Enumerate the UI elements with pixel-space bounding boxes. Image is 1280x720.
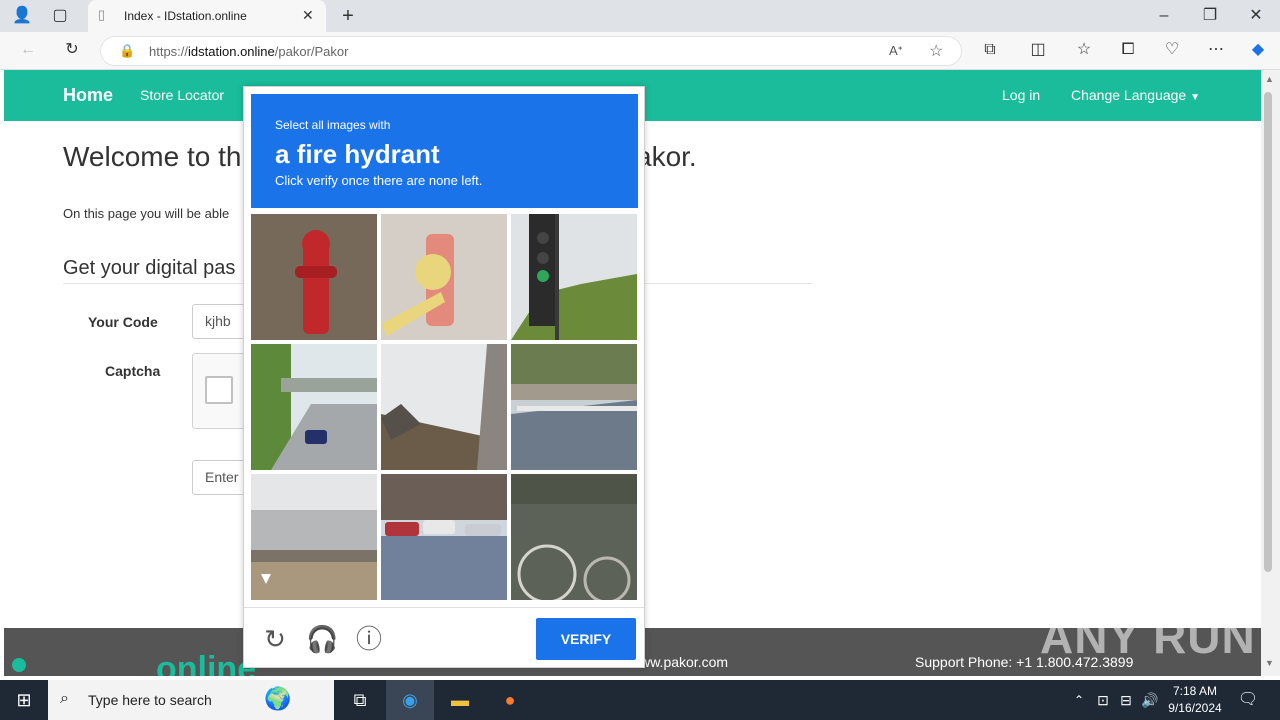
verify-button[interactable]: VERIFY xyxy=(536,618,636,660)
road-with-barrier-image xyxy=(511,344,637,470)
captcha-instruction: Select all images with xyxy=(275,118,391,132)
task-view-icon[interactable]: ⧉ xyxy=(336,680,384,720)
page-title: Welcome to th xyxy=(63,141,241,173)
fire-hydrant-image xyxy=(251,214,377,340)
captcha-tile-fire-hydrant-red[interactable] xyxy=(251,214,377,340)
footer-brand: online xyxy=(156,652,257,676)
split-screen-icon[interactable]: ◫ xyxy=(1026,38,1050,62)
edge-taskbar-icon[interactable]: ◉ xyxy=(386,680,434,720)
extensions-icon[interactable]: ⧉ xyxy=(978,38,1002,62)
back-icon[interactable]: ← xyxy=(16,38,40,62)
captcha-target: a fire hydrant xyxy=(275,139,440,169)
captcha-tile-highway-overpass[interactable] xyxy=(251,344,377,470)
captcha-tile-traffic-light[interactable] xyxy=(511,214,637,340)
search-highlight-icon: 🌍 xyxy=(264,686,292,711)
minimize-icon[interactable]: – xyxy=(1152,4,1176,28)
scrollbar-thumb[interactable] xyxy=(1264,92,1272,572)
fire-hydrant-faded-image xyxy=(381,214,507,340)
refresh-icon[interactable]: ↻ xyxy=(60,38,84,62)
firefox-icon[interactable]: ● xyxy=(486,680,534,720)
intro-text: On this page you will be able xyxy=(63,206,230,221)
settings-more-icon[interactable]: ⋯ xyxy=(1204,38,1228,62)
url-host: idstation.online xyxy=(188,44,275,59)
taskbar-clock[interactable]: 7:18 AM 9/16/2024 xyxy=(1160,683,1230,717)
favorites-icon[interactable]: ☆ xyxy=(1072,38,1096,62)
highway-overpass-image xyxy=(251,344,377,470)
browser-tab-bar: 👤 ▢ ▯ Index - IDstation.online ✕ + – ❐ ✕ xyxy=(0,0,1280,32)
url-path: /pakor/Pakor xyxy=(274,44,349,59)
captcha-tile-fire-hydrant-faded[interactable] xyxy=(381,214,507,340)
read-aloud-icon[interactable]: Aᐩ xyxy=(889,43,903,59)
browser-tab[interactable]: ▯ Index - IDstation.online ✕ xyxy=(88,0,326,32)
close-window-icon[interactable]: ✕ xyxy=(1244,4,1268,28)
tab-actions-icon[interactable]: ▢ xyxy=(48,4,72,28)
reload-icon[interactable]: ↻ xyxy=(260,624,290,654)
bridge-underside-image xyxy=(381,344,507,470)
footer-dot-icon xyxy=(12,658,26,672)
page-favicon-icon: ▯ xyxy=(98,7,106,22)
captcha-footer: ↻ 🎧 ⓘ VERIFY xyxy=(244,607,644,668)
search-icon: ⌕ xyxy=(60,690,69,707)
url-scheme: https:// xyxy=(149,44,189,59)
show-hidden-icons-icon[interactable]: ⌃ xyxy=(1066,680,1092,720)
watermark: ANY RUN xyxy=(1040,611,1256,663)
recaptcha-checkbox[interactable] xyxy=(205,376,233,404)
captcha-tile-street-with-cars[interactable] xyxy=(381,474,507,600)
captcha-tile-road-with-barrier[interactable] xyxy=(511,344,637,470)
clock-date: 9/16/2024 xyxy=(1168,701,1222,715)
scroll-down-icon[interactable]: ▼ xyxy=(1265,658,1274,668)
add-favorite-icon[interactable]: ☆ xyxy=(929,41,943,61)
info-icon[interactable]: ⓘ xyxy=(354,624,384,654)
bicycle-by-fence-image xyxy=(511,474,637,600)
new-tab-icon[interactable]: + xyxy=(336,4,360,28)
your-code-label: Your Code xyxy=(88,314,158,330)
section-title: Get your digital pas xyxy=(63,257,236,279)
restore-icon[interactable]: ❐ xyxy=(1198,4,1222,28)
start-icon[interactable]: ⊞ xyxy=(0,680,48,720)
volume-icon[interactable]: 🔊 xyxy=(1138,680,1162,720)
captcha-note: Click verify once there are none left. xyxy=(275,173,483,188)
address-bar[interactable]: 🔒 https://idstation.online/pakor/Pakor A… xyxy=(100,36,962,66)
nav-login[interactable]: Log in xyxy=(1002,87,1040,103)
traffic-light-image xyxy=(511,214,637,340)
captcha-tile-bicycle-by-fence[interactable] xyxy=(511,474,637,600)
street-with-cars-image xyxy=(381,474,507,600)
change-language-label: Change Language xyxy=(1071,87,1187,103)
page-title-left: Welcome to th xyxy=(63,141,242,172)
taskbar-search-placeholder: Type here to search xyxy=(88,692,212,708)
nav-change-language[interactable]: Change Language ▼ xyxy=(1071,87,1200,103)
tab-title: Index - IDstation.online xyxy=(124,9,247,23)
captcha-tile-bridge-underside[interactable] xyxy=(381,344,507,470)
clock-time: 7:18 AM xyxy=(1172,684,1218,698)
page-title-right: akor. xyxy=(636,141,697,172)
notifications-icon[interactable]: 🗨 xyxy=(1230,680,1266,720)
taskbar-search[interactable]: ⌕ Type here to search 🌍 xyxy=(48,680,334,720)
file-explorer-icon[interactable]: ▬ xyxy=(436,680,484,720)
captcha-header: Select all images with a fire hydrant Cl… xyxy=(251,94,638,208)
network-device-icon[interactable]: ⊡ xyxy=(1092,680,1114,720)
profile-icon[interactable]: 👤 xyxy=(10,4,34,28)
scroll-up-icon[interactable]: ▲ xyxy=(1265,74,1274,84)
copilot-icon[interactable]: ◆ xyxy=(1246,38,1270,62)
collections-icon[interactable]: ⧠ xyxy=(1116,38,1140,62)
nav-home[interactable]: Home xyxy=(63,85,113,106)
captcha-label: Captcha xyxy=(105,363,161,379)
network-icon[interactable]: ⊟ xyxy=(1114,680,1138,720)
captcha-tile-bridge-side[interactable] xyxy=(251,474,377,600)
bridge-side-image xyxy=(251,474,377,600)
audio-challenge-icon[interactable]: 🎧 xyxy=(306,624,338,654)
browser-essentials-icon[interactable]: ♡ xyxy=(1160,38,1184,62)
close-tab-icon[interactable]: ✕ xyxy=(302,7,314,24)
lock-icon[interactable]: 🔒 xyxy=(119,43,135,59)
caret-down-icon: ▼ xyxy=(1190,92,1201,103)
captcha-challenge-dialog: Select all images with a fire hydrant Cl… xyxy=(243,86,645,668)
nav-store-locator[interactable]: Store Locator xyxy=(140,87,224,103)
